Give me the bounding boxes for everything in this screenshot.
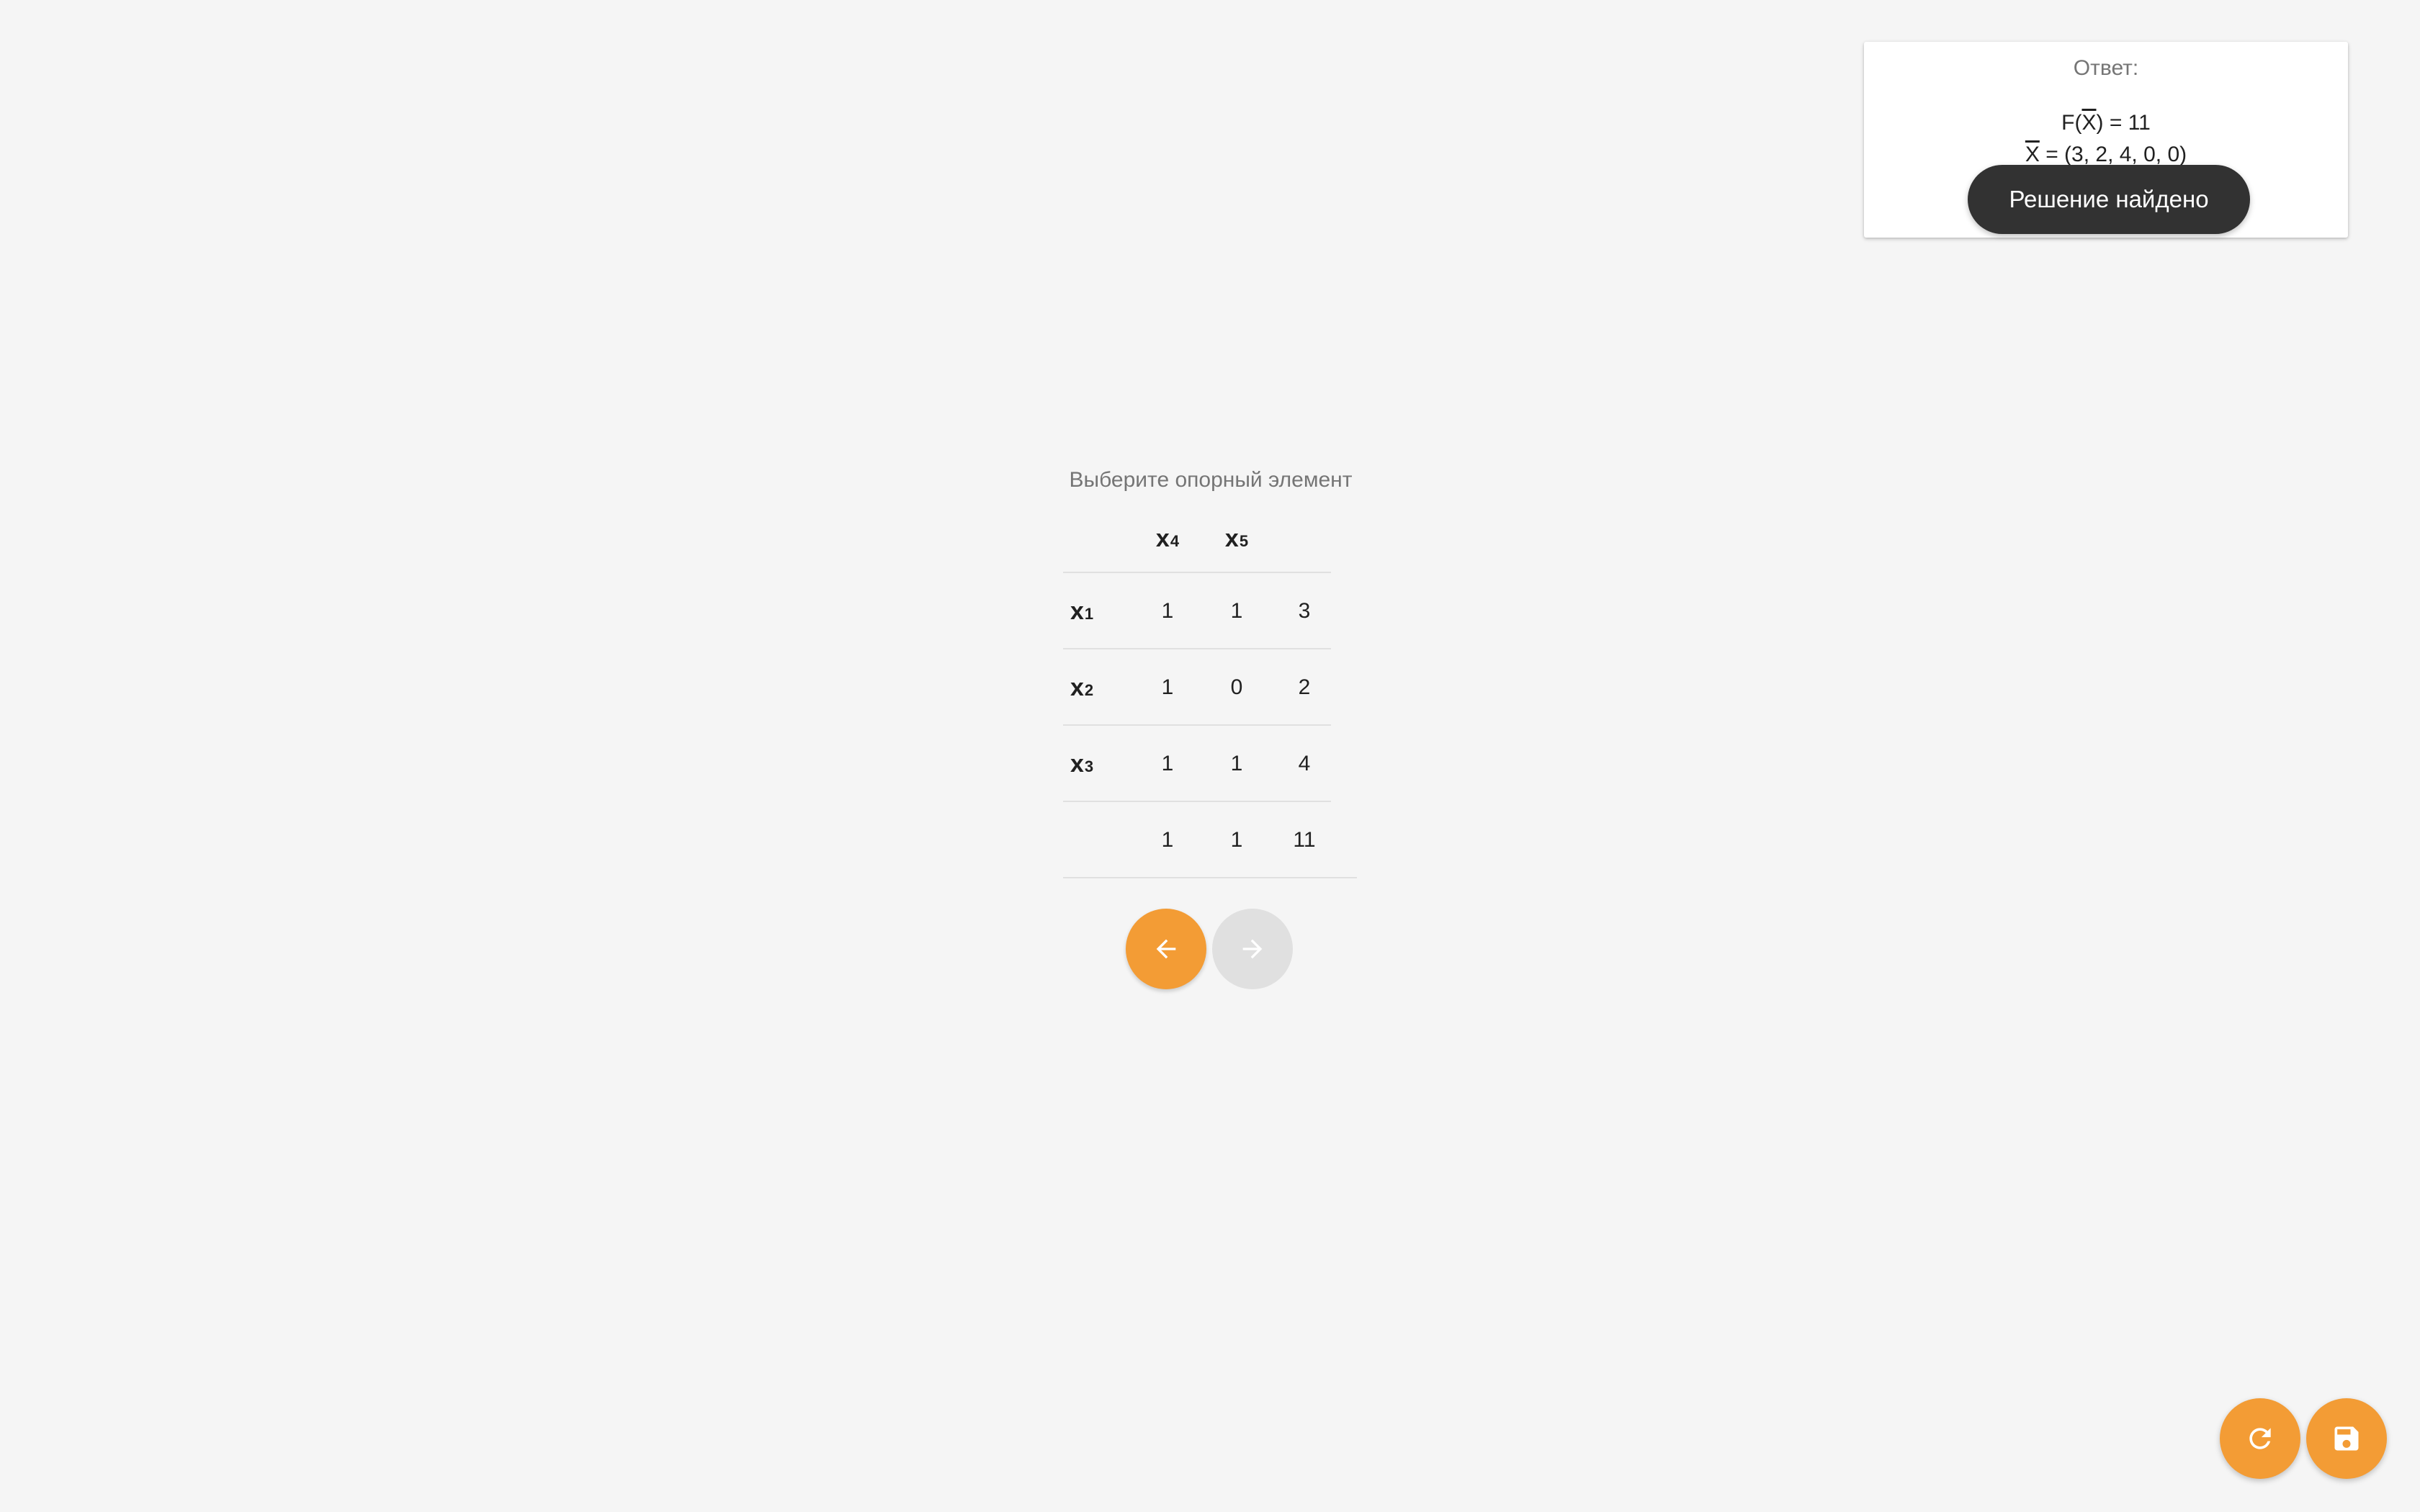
refresh-button[interactable] <box>2220 1398 2300 1479</box>
table-row-x3: x3 1 1 4 <box>1063 726 1358 802</box>
objective-total-cell: 11 <box>1293 828 1316 852</box>
rhs-cell: 3 <box>1298 599 1311 623</box>
arrow-left-icon <box>1156 939 1176 959</box>
save-button[interactable] <box>2306 1398 2387 1479</box>
table-row-x2: x2 1 0 2 <box>1063 649 1358 726</box>
table-row-totals: 1 1 11 <box>1063 802 1358 878</box>
column-header-x5: x5 <box>1224 524 1249 552</box>
table-row-x1: x1 1 1 3 <box>1063 573 1358 649</box>
solution-found-toast: Решение найдено <box>1968 165 2250 234</box>
row-header-x1: x1 <box>1070 597 1094 625</box>
column-header-x4: x4 <box>1155 524 1180 552</box>
select-pivot-prompt: Выберите опорный элемент <box>1069 468 1353 492</box>
table-header-row: x4 x5 <box>1063 504 1358 573</box>
solution-values: = (3, 2, 4, 0, 0) <box>2039 143 2187 166</box>
table-cell[interactable]: 1 <box>1135 649 1200 726</box>
row-divider <box>1063 877 1357 878</box>
totals-cell: 1 <box>1230 828 1243 852</box>
arrow-right-icon <box>1242 939 1263 959</box>
rhs-cell: 4 <box>1298 752 1311 775</box>
next-step-button[interactable] <box>1212 909 1293 989</box>
solution-var: X <box>2025 143 2040 166</box>
table-cell[interactable]: 1 <box>1135 573 1200 649</box>
answer-title: Ответ: <box>2073 56 2139 80</box>
objective-prefix: F( <box>2061 111 2082 135</box>
table-cell[interactable]: 1 <box>1204 573 1269 649</box>
save-icon <box>2334 1426 2359 1451</box>
row-header-x2: x2 <box>1070 673 1094 701</box>
refresh-icon <box>2249 1428 2271 1449</box>
objective-value: F(X) = 11 <box>1864 111 2348 135</box>
objective-result: ) = 11 <box>2096 111 2151 135</box>
objective-var: X <box>2081 111 2097 135</box>
table-cell[interactable]: 1 <box>1135 726 1200 802</box>
table-cell[interactable]: 1 <box>1204 726 1269 802</box>
row-header-x3: x3 <box>1070 750 1094 778</box>
rhs-cell: 2 <box>1298 675 1311 699</box>
previous-step-button[interactable] <box>1126 909 1206 989</box>
table-cell[interactable]: 0 <box>1204 649 1269 726</box>
solution-vector: X = (3, 2, 4, 0, 0) <box>1864 143 2348 167</box>
simplex-table: x4 x5 x1 1 1 3 x2 1 0 2 x3 1 1 4 1 1 11 <box>1063 504 1358 878</box>
totals-cell: 1 <box>1161 828 1174 852</box>
